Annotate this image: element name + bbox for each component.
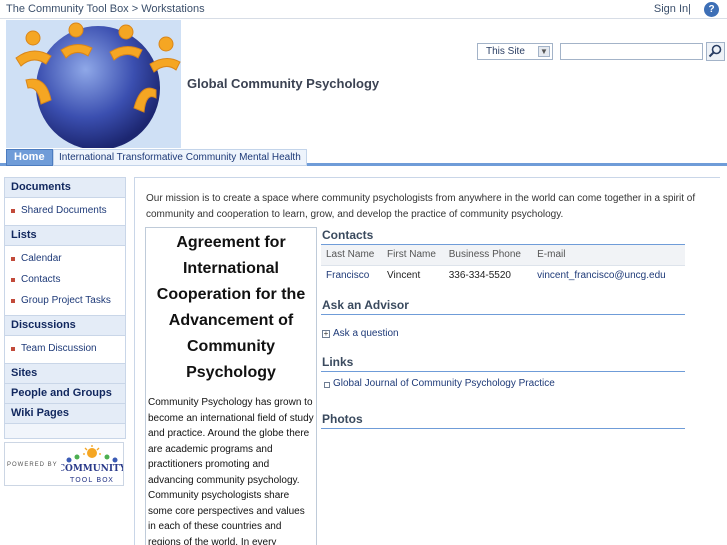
nav-group-lists: Calendar Contacts Group Project Tasks [5, 246, 125, 316]
powered-by-badge[interactable]: POWERED BY COMMUNITY TOOL BOX [4, 442, 124, 486]
help-icon[interactable]: ? [704, 2, 719, 17]
mission-statement: Our mission is to create a space where c… [146, 193, 696, 220]
search-input[interactable] [560, 43, 703, 60]
ask-a-question-label: Ask a question [333, 328, 399, 339]
main-content: Our mission is to create a space where c… [134, 177, 720, 545]
site-logo[interactable] [6, 20, 181, 150]
link-item[interactable]: Global Journal of Community Psychology P… [321, 373, 685, 395]
table-row: Francisco Vincent 336-334-5520 vincent_f… [321, 265, 685, 285]
search-scope-select[interactable]: This Site ▼ [477, 43, 553, 60]
search-scope-label: This Site [486, 46, 525, 57]
nav-heading-wiki-pages[interactable]: Wiki Pages [5, 404, 125, 424]
nav-heading-sites[interactable]: Sites [5, 364, 125, 384]
nav-group-documents: Shared Documents [5, 198, 125, 226]
nav-item-group-project-tasks[interactable]: Group Project Tasks [5, 291, 125, 312]
contacts-title[interactable]: Contacts [321, 227, 685, 245]
ask-an-advisor-title[interactable]: Ask an Advisor [321, 297, 685, 315]
nav-group-discussions: Team Discussion [5, 336, 125, 364]
nav-heading-discussions[interactable]: Discussions [5, 316, 125, 336]
quick-launch: Documents Shared Documents Lists Calenda… [4, 177, 126, 439]
tab-home[interactable]: Home [6, 149, 53, 166]
site-header: Global Community Psychology This Site ▼ [6, 20, 727, 150]
contact-email[interactable]: vincent_francisco@uncg.edu [532, 265, 685, 285]
nav-item-team-discussion[interactable]: Team Discussion [5, 339, 125, 360]
nav-heading-people-and-groups[interactable]: People and Groups [5, 384, 125, 404]
plus-icon: + [322, 329, 330, 338]
tab-international-transformative[interactable]: International Transformative Community M… [53, 149, 307, 166]
nav-heading-lists[interactable]: Lists [5, 226, 125, 246]
column-header[interactable]: E-mail [532, 245, 685, 266]
contact-first-name: Vincent [387, 269, 421, 281]
agreement-body: Community Psychology has grown to become… [148, 397, 314, 545]
column-header[interactable]: Business Phone [443, 245, 533, 266]
breadcrumb[interactable]: The Community Tool Box > Workstations [6, 3, 205, 15]
column-header[interactable]: First Name [382, 245, 444, 266]
nav-item-shared-documents[interactable]: Shared Documents [5, 201, 125, 222]
top-bar: The Community Tool Box > Workstations Si… [0, 0, 727, 19]
nav-item-calendar[interactable]: Calendar [5, 249, 125, 270]
search-icon [708, 44, 722, 58]
contacts-header-row: Last Name First Name Business Phone E-ma… [321, 245, 685, 266]
nav-heading-documents[interactable]: Documents [5, 178, 125, 198]
site-title[interactable]: Global Community Psychology [187, 76, 379, 91]
links-title[interactable]: Links [321, 354, 685, 372]
logo-wordmark-top: COMMUNITY [61, 464, 123, 474]
powered-by-label: POWERED BY [7, 462, 58, 468]
sign-in-link[interactable]: Sign In| [654, 3, 691, 15]
nav-item-contacts[interactable]: Contacts [5, 270, 125, 291]
ask-a-question-link[interactable]: + Ask a question [321, 323, 685, 345]
photos-title[interactable]: Photos [321, 411, 685, 429]
agreement-web-part: Agreement for International Cooperation … [145, 227, 317, 545]
right-web-parts: Contacts Last Name First Name Business P… [321, 227, 685, 429]
agreement-title: Agreement for International Cooperation … [156, 234, 306, 381]
top-nav-tabs: Home International Transformative Commun… [0, 148, 727, 166]
contact-phone: 336-334-5520 [448, 269, 511, 281]
community-tool-box-logo-icon: COMMUNITY TOOL BOX [61, 445, 123, 484]
contact-last-name[interactable]: Francisco [321, 265, 382, 285]
globe-logo-icon [6, 20, 181, 150]
chevron-down-icon[interactable]: ▼ [538, 46, 550, 57]
search-button[interactable] [706, 42, 725, 61]
column-header[interactable]: Last Name [321, 245, 383, 266]
logo-wordmark-bottom: TOOL BOX [69, 476, 114, 484]
contacts-table: Last Name First Name Business Phone E-ma… [321, 245, 685, 285]
